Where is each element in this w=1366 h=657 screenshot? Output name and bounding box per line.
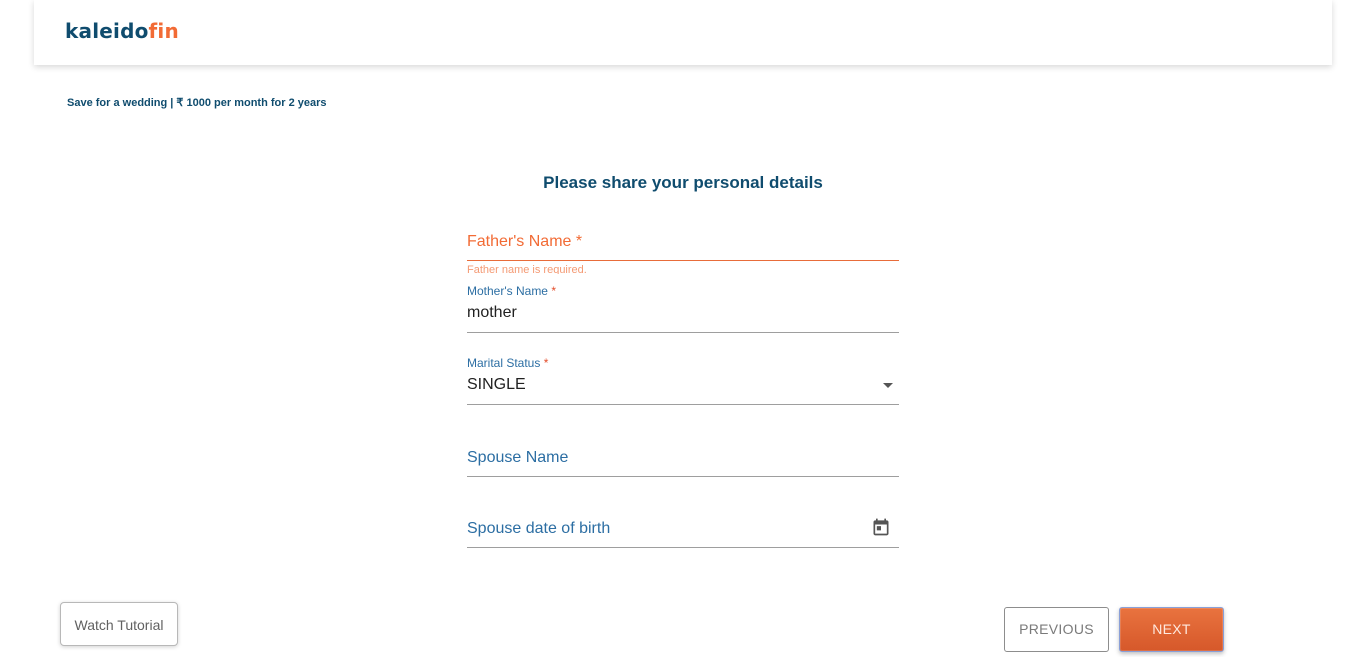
marital-status-label: Marital Status * xyxy=(467,356,548,370)
fathers-name-label-text: Father's Name xyxy=(467,233,572,250)
mothers-name-required-mark: * xyxy=(551,284,556,298)
watch-tutorial-button[interactable]: Watch Tutorial xyxy=(60,602,178,646)
app-header: kaleidofin xyxy=(34,0,1332,65)
spouse-name-underline xyxy=(467,476,899,477)
fathers-name-error: Father name is required. xyxy=(467,265,587,274)
previous-button[interactable]: PREVIOUS xyxy=(1004,607,1109,652)
spouse-name-label: Spouse Name xyxy=(467,449,569,466)
logo-text-fin: fin xyxy=(148,19,179,43)
mothers-name-label: Mother's Name * xyxy=(467,284,556,298)
marital-status-underline xyxy=(467,404,899,405)
kaleidofin-logo[interactable]: kaleidofin xyxy=(65,19,179,43)
chevron-down-icon[interactable] xyxy=(883,383,893,388)
mothers-name-input[interactable]: mother xyxy=(467,304,517,322)
marital-status-select[interactable]: Marital Status * SINGLE xyxy=(467,354,899,406)
fathers-name-label: Father's Name * xyxy=(467,233,582,251)
spouse-dob-underline xyxy=(467,547,899,548)
fathers-name-underline xyxy=(467,260,899,261)
next-button[interactable]: NEXT xyxy=(1119,607,1224,652)
goal-summary: Save for a wedding | ₹ 1000 per month fo… xyxy=(67,97,327,109)
marital-status-label-text: Marital Status xyxy=(467,356,541,370)
calendar-icon[interactable] xyxy=(871,517,891,537)
fathers-name-field[interactable]: Father's Name * Father name is required. xyxy=(467,228,899,274)
mothers-name-label-text: Mother's Name xyxy=(467,284,548,298)
spouse-name-field[interactable]: Spouse Name xyxy=(467,440,899,478)
marital-status-required-mark: * xyxy=(543,356,549,370)
spouse-dob-field[interactable]: Spouse date of birth xyxy=(467,511,899,549)
mothers-name-field[interactable]: Mother's Name * mother xyxy=(467,282,899,334)
marital-status-value: SINGLE xyxy=(467,376,526,393)
logo-text-kaleido: kaleido xyxy=(65,19,149,43)
spouse-dob-label: Spouse date of birth xyxy=(467,520,611,537)
fathers-name-required-mark: * xyxy=(575,233,583,250)
mothers-name-underline xyxy=(467,332,899,333)
form-title: Please share your personal details xyxy=(543,173,823,192)
